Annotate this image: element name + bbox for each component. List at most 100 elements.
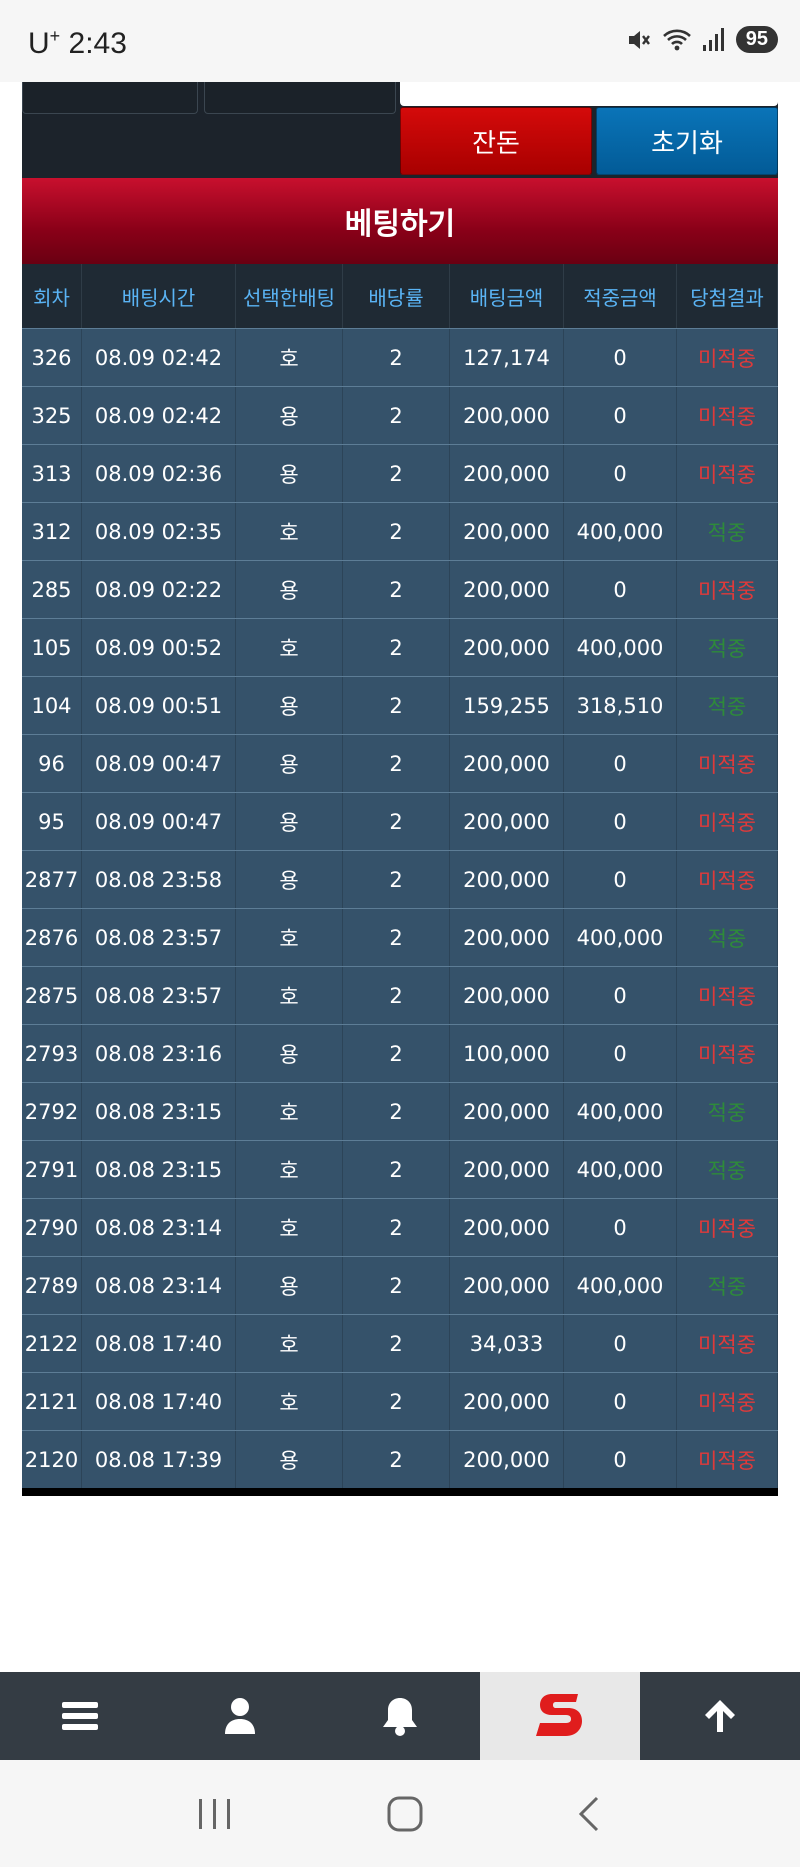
cell-amount: 200,000 bbox=[450, 387, 564, 444]
status-icons: 95 bbox=[626, 26, 778, 53]
cell-odds: 2 bbox=[343, 619, 450, 676]
cell-odds: 2 bbox=[343, 909, 450, 966]
cell-win: 0 bbox=[564, 1199, 677, 1256]
cell-round: 2120 bbox=[22, 1431, 82, 1488]
cell-result: 미적중 bbox=[677, 1025, 778, 1082]
cell-result: 적중 bbox=[677, 1141, 778, 1198]
cell-odds: 2 bbox=[343, 793, 450, 850]
table-row: 2876 08.08 23:57 호 2 200,000 400,000 적중 bbox=[22, 908, 778, 966]
recent-apps-icon[interactable] bbox=[195, 1796, 235, 1832]
amount-box-2[interactable] bbox=[204, 82, 396, 114]
cell-win: 0 bbox=[564, 561, 677, 618]
home-icon[interactable] bbox=[385, 1794, 425, 1834]
cell-time: 08.08 23:57 bbox=[82, 909, 236, 966]
cell-result: 미적중 bbox=[677, 851, 778, 908]
cell-win: 0 bbox=[564, 793, 677, 850]
cell-win: 0 bbox=[564, 1373, 677, 1430]
table-row: 2875 08.08 23:57 호 2 200,000 0 미적중 bbox=[22, 966, 778, 1024]
table-row: 2793 08.08 23:16 용 2 100,000 0 미적중 bbox=[22, 1024, 778, 1082]
cell-odds: 2 bbox=[343, 445, 450, 502]
table-row: 2120 08.08 17:39 용 2 200,000 0 미적중 bbox=[22, 1430, 778, 1488]
cell-time: 08.09 00:51 bbox=[82, 677, 236, 734]
cell-time: 08.08 23:15 bbox=[82, 1141, 236, 1198]
cell-time: 08.08 23:14 bbox=[82, 1257, 236, 1314]
cell-result: 미적중 bbox=[677, 387, 778, 444]
cell-time: 08.09 02:42 bbox=[82, 329, 236, 386]
menu-icon bbox=[62, 1702, 98, 1730]
cell-win: 0 bbox=[564, 1025, 677, 1082]
cell-round: 2793 bbox=[22, 1025, 82, 1082]
cell-pick: 호 bbox=[236, 1083, 343, 1140]
cell-win: 0 bbox=[564, 967, 677, 1024]
cell-result: 적중 bbox=[677, 503, 778, 560]
signal-icon bbox=[702, 27, 724, 51]
cell-time: 08.08 17:40 bbox=[82, 1373, 236, 1430]
cell-win: 400,000 bbox=[564, 619, 677, 676]
cell-pick: 용 bbox=[236, 561, 343, 618]
user-icon bbox=[225, 1698, 255, 1734]
nav-scroll-top[interactable] bbox=[640, 1672, 800, 1760]
cell-pick: 용 bbox=[236, 851, 343, 908]
cell-result: 적중 bbox=[677, 1083, 778, 1140]
carrier-sup: + bbox=[49, 26, 61, 46]
cell-time: 08.08 23:16 bbox=[82, 1025, 236, 1082]
cell-result: 미적중 bbox=[677, 735, 778, 792]
header-win: 적중금액 bbox=[564, 264, 677, 328]
cell-pick: 용 bbox=[236, 387, 343, 444]
cell-win: 400,000 bbox=[564, 1141, 677, 1198]
cell-amount: 200,000 bbox=[450, 1373, 564, 1430]
cell-amount: 159,255 bbox=[450, 677, 564, 734]
cell-round: 2791 bbox=[22, 1141, 82, 1198]
cell-amount: 200,000 bbox=[450, 909, 564, 966]
bell-icon bbox=[383, 1698, 417, 1736]
cell-win: 0 bbox=[564, 445, 677, 502]
nav-home-logo[interactable] bbox=[480, 1672, 640, 1760]
table-row: 312 08.09 02:35 호 2 200,000 400,000 적중 bbox=[22, 502, 778, 560]
cell-odds: 2 bbox=[343, 387, 450, 444]
change-button[interactable]: 잔돈 bbox=[400, 107, 592, 175]
nav-menu[interactable] bbox=[0, 1672, 160, 1760]
cell-win: 0 bbox=[564, 1431, 677, 1488]
cell-time: 08.08 17:40 bbox=[82, 1315, 236, 1372]
table-row: 326 08.09 02:42 호 2 127,174 0 미적중 bbox=[22, 328, 778, 386]
bet-history-table: 회차 배팅시간 선택한배팅 배당률 배팅금액 적중금액 당첨결과 326 08.0… bbox=[22, 264, 778, 1496]
cell-pick: 호 bbox=[236, 967, 343, 1024]
cell-pick: 용 bbox=[236, 1257, 343, 1314]
cell-round: 2792 bbox=[22, 1083, 82, 1140]
cell-round: 285 bbox=[22, 561, 82, 618]
cell-time: 08.09 02:42 bbox=[82, 387, 236, 444]
table-row: 105 08.09 00:52 호 2 200,000 400,000 적중 bbox=[22, 618, 778, 676]
cell-amount: 200,000 bbox=[450, 619, 564, 676]
betting-page: 잔돈 초기화 베팅하기 회차 배팅시간 선택한배팅 배당률 배팅금액 적중금액 … bbox=[22, 82, 778, 1500]
back-icon[interactable] bbox=[575, 1794, 605, 1834]
header-amount: 배팅금액 bbox=[450, 264, 564, 328]
cell-odds: 2 bbox=[343, 1025, 450, 1082]
cell-odds: 2 bbox=[343, 967, 450, 1024]
cell-round: 2877 bbox=[22, 851, 82, 908]
amount-box-1[interactable] bbox=[22, 82, 198, 114]
cell-round: 326 bbox=[22, 329, 82, 386]
cell-time: 08.09 00:47 bbox=[82, 735, 236, 792]
cell-result: 미적중 bbox=[677, 561, 778, 618]
cell-result: 미적중 bbox=[677, 1431, 778, 1488]
reset-button[interactable]: 초기화 bbox=[596, 107, 778, 175]
cell-time: 08.08 23:58 bbox=[82, 851, 236, 908]
cell-pick: 호 bbox=[236, 1315, 343, 1372]
nav-user[interactable] bbox=[160, 1672, 320, 1760]
cell-round: 104 bbox=[22, 677, 82, 734]
table-row: 96 08.09 00:47 용 2 200,000 0 미적중 bbox=[22, 734, 778, 792]
cell-result: 미적중 bbox=[677, 1315, 778, 1372]
cell-time: 08.09 00:47 bbox=[82, 793, 236, 850]
nav-notifications[interactable] bbox=[320, 1672, 480, 1760]
bottom-nav bbox=[0, 1672, 800, 1760]
status-bar: U+ 2:43 95 bbox=[0, 0, 800, 82]
cell-pick: 호 bbox=[236, 619, 343, 676]
cell-amount: 200,000 bbox=[450, 445, 564, 502]
amount-input[interactable] bbox=[400, 82, 778, 106]
arrow-up-icon bbox=[705, 1700, 735, 1732]
cell-odds: 2 bbox=[343, 1257, 450, 1314]
bet-banner[interactable]: 베팅하기 bbox=[22, 178, 778, 264]
cell-amount: 200,000 bbox=[450, 1431, 564, 1488]
cell-amount: 200,000 bbox=[450, 1257, 564, 1314]
header-pick: 선택한배팅 bbox=[236, 264, 343, 328]
